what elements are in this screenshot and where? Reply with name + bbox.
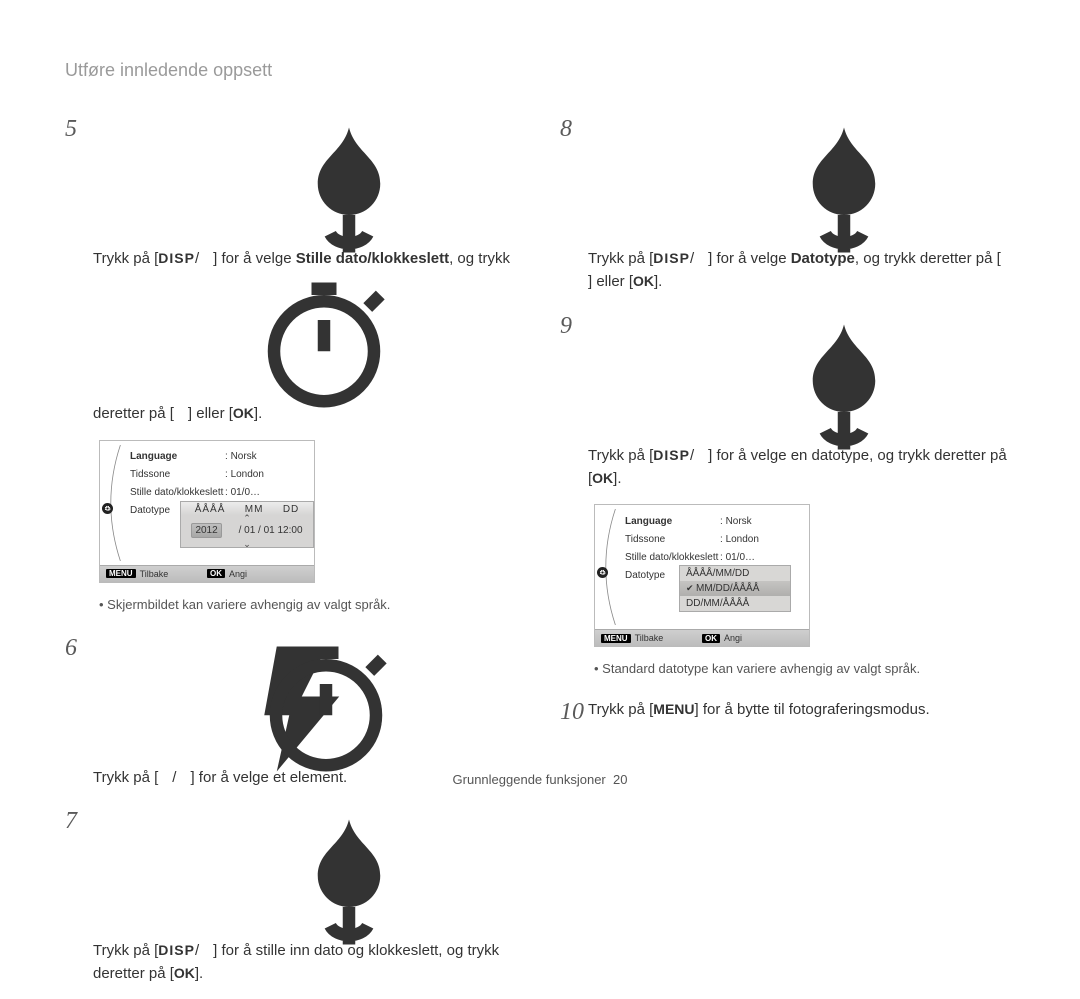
step-6: 6 Trykk på [/] for å velge et element. (65, 630, 520, 789)
disp-label: DISP (158, 250, 195, 266)
gear-icon (102, 503, 113, 514)
camera-screen-1: LanguageNorsk TidssoneLondon Stille dato… (99, 440, 315, 583)
step-number: 10 (560, 694, 588, 731)
step-9: 9 Trykk på [DISP/] for å velge en datoty… (560, 308, 1015, 491)
step-number: 6 (65, 630, 93, 789)
macro-icon (199, 115, 213, 129)
note-2: Standard datotype kan variere avhengig a… (594, 661, 1015, 676)
flash-icon (158, 634, 172, 648)
disp-label: DISP (653, 447, 690, 463)
step-number: 9 (560, 308, 588, 491)
timer-icon (1001, 115, 1015, 129)
right-column: 8 Trykk på [DISP/] for å velge Datotype,… (560, 111, 1015, 999)
disp-label: DISP (158, 942, 195, 958)
step-number: 8 (560, 111, 588, 294)
step-7: 7 Trykk på [DISP/] for å stille inn dato… (65, 803, 520, 986)
ok-label: OK (633, 273, 654, 289)
note-1: Skjermbildet kan variere avhengig av val… (99, 597, 520, 612)
lcd-footer: MENUTilbake OKAngi (595, 629, 809, 646)
step-number: 7 (65, 803, 93, 986)
timer-icon (174, 270, 188, 284)
ok-label: OK (174, 965, 195, 981)
down-arrow-icon: ⌄ (181, 541, 313, 547)
page-footer: Grunnleggende funksjoner 20 (0, 772, 1080, 787)
list-item-selected: MM/DD/ÅÅÅÅ (680, 581, 790, 596)
timer-icon (176, 634, 190, 648)
date-type-panel: ÅÅÅÅ/MM/DD MM/DD/ÅÅÅÅ DD/MM/ÅÅÅÅ (679, 565, 791, 612)
ok-label: OK (592, 470, 613, 486)
macro-icon (199, 807, 213, 821)
lcd-footer: MENUTilbake OKAngi (100, 565, 314, 582)
list-item: DD/MM/ÅÅÅÅ (680, 596, 790, 611)
ok-label: OK (233, 405, 254, 421)
list-item: ÅÅÅÅ/MM/DD (680, 566, 790, 581)
menu-label: MENU (653, 701, 694, 717)
left-column: 5 Trykk på [DISP/] for å velge Stille da… (65, 111, 520, 999)
gear-icon (597, 567, 608, 578)
step-number: 5 (65, 111, 93, 426)
page-title: Utføre innledende oppsett (65, 60, 1015, 81)
step-10: 10 Trykk på [MENU] for å bytte til fotog… (560, 694, 1015, 731)
year-value: 2012 (191, 523, 221, 538)
disp-label: DISP (653, 250, 690, 266)
macro-icon (694, 115, 708, 129)
step-5: 5 Trykk på [DISP/] for å velge Stille da… (65, 111, 520, 426)
camera-screen-2: LanguageNorsk TidssoneLondon Stille dato… (594, 504, 810, 647)
date-picker-panel: ÅÅÅÅ MM DD ⌃ 2012 / 01 / 01 12:00 ⌄ (180, 501, 314, 548)
step-8: 8 Trykk på [DISP/] for å velge Datotype,… (560, 111, 1015, 294)
macro-icon (694, 312, 708, 326)
